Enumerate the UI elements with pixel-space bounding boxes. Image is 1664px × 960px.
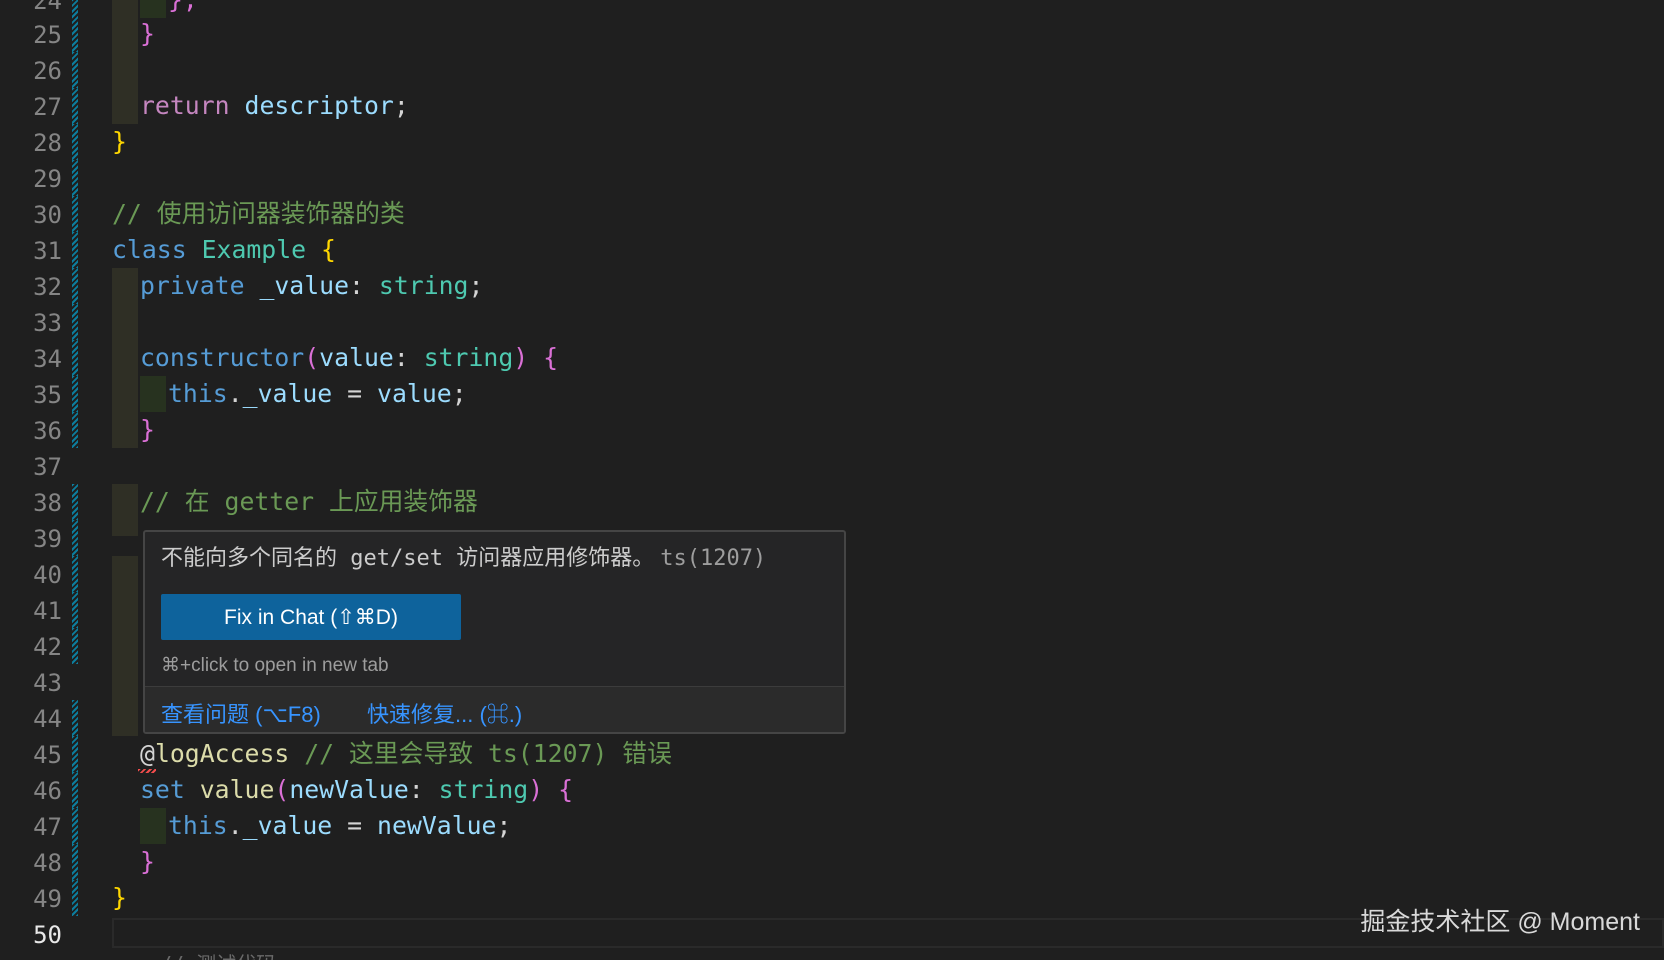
modified-gutter-marker <box>72 412 78 448</box>
modified-gutter-marker <box>72 160 78 196</box>
line-number: 24 <box>33 0 62 15</box>
modified-gutter-marker <box>72 232 78 268</box>
line-number: 26 <box>33 57 62 85</box>
code-line-29: 29 <box>0 160 1664 196</box>
line-number: 28 <box>33 129 62 157</box>
modified-gutter-marker <box>72 736 78 772</box>
line-number: 27 <box>33 93 62 121</box>
code-line-47: 47 this._value = newValue; <box>0 808 1664 844</box>
code-line-34: 34 constructor(value: string) { <box>0 340 1664 376</box>
modified-gutter-marker <box>72 808 78 844</box>
modified-gutter-marker <box>72 880 78 916</box>
view-problem-link[interactable]: 查看问题 (⌥F8) <box>161 697 321 729</box>
modified-gutter-marker <box>72 124 78 160</box>
code-line-35: 35 this._value = value; <box>0 376 1664 412</box>
code-editor[interactable]: 24 }; 25 } 26 27 return descriptor; 28 }… <box>0 0 1664 960</box>
line-number: 40 <box>33 561 62 589</box>
modified-gutter-marker <box>72 52 78 88</box>
line-number: 25 <box>33 21 62 49</box>
line-number: 46 <box>33 777 62 805</box>
modified-gutter-marker <box>72 304 78 340</box>
line-number: 48 <box>33 849 62 877</box>
code-line-25: 25 } <box>0 16 1664 52</box>
modified-gutter-marker <box>72 628 78 664</box>
quick-fix-link[interactable]: 快速修复... (⌘.) <box>367 697 522 729</box>
modified-gutter-marker <box>72 376 78 412</box>
line-number: 37 <box>33 453 62 481</box>
modified-gutter-marker <box>72 268 78 304</box>
code-line-30: 30 // 使用访问器装饰器的类 <box>0 196 1664 232</box>
error-text: 不能向多个同名的 get/set 访问器应用修饰器。 <box>161 546 655 571</box>
line-number: 32 <box>33 273 62 301</box>
line-number: 42 <box>33 633 62 661</box>
modified-gutter-marker <box>72 340 78 376</box>
modified-gutter-marker <box>72 16 78 52</box>
code-line-32: 32 private _value: string; <box>0 268 1664 304</box>
modified-gutter-marker <box>72 844 78 880</box>
line-number: 49 <box>33 885 62 913</box>
error-code[interactable]: ts(1207) <box>660 546 766 571</box>
code-line-37: 37 <box>0 448 1664 484</box>
line-number: 34 <box>33 345 62 373</box>
fix-in-chat-button[interactable]: Fix in Chat (⇧⌘D) <box>161 594 461 640</box>
line-number: 36 <box>33 417 62 445</box>
modified-gutter-marker <box>72 484 78 520</box>
modified-gutter-marker <box>72 520 78 556</box>
line-number: 45 <box>33 741 62 769</box>
code-line-33: 33 <box>0 304 1664 340</box>
line-number: 35 <box>33 381 62 409</box>
modified-gutter-marker <box>72 88 78 124</box>
line-number: 31 <box>33 237 62 265</box>
hover-actions-bar: 查看问题 (⌥F8) 快速修复... (⌘.) <box>145 686 844 732</box>
open-in-new-tab-hint: ⌘+click to open in new tab <box>161 655 389 676</box>
code-line-38: 38 // 在 getter 上应用装饰器 <box>0 484 1664 520</box>
modified-gutter-marker <box>72 772 78 808</box>
code-line-45: 45 @logAccess // 这里会导致 ts(1207) 错误 <box>0 736 1664 773</box>
modified-gutter-marker <box>72 196 78 232</box>
line-number: 30 <box>33 201 62 229</box>
line-number: 50 <box>33 921 62 949</box>
code-line-48: 48 } <box>0 844 1664 880</box>
line-number: 29 <box>33 165 62 193</box>
code-line-27: 27 return descriptor; <box>0 88 1664 124</box>
line-number: 39 <box>33 525 62 553</box>
line-number: 41 <box>33 597 62 625</box>
partial-code-line: // 测试代码 <box>160 948 276 960</box>
code-line-46: 46 set value(newValue: string) { <box>0 772 1664 808</box>
diagnostic-hover-popup: 不能向多个同名的 get/set 访问器应用修饰器。 ts(1207) Fix i… <box>143 530 846 734</box>
code-line-31: 31 class Example { <box>0 232 1664 268</box>
code-line-28: 28 } <box>0 124 1664 160</box>
line-number: 47 <box>33 813 62 841</box>
error-message: 不能向多个同名的 get/set 访问器应用修饰器。 ts(1207) <box>161 546 766 572</box>
modified-gutter-marker <box>72 592 78 628</box>
code-line-36: 36 } <box>0 412 1664 448</box>
modified-gutter-marker <box>72 700 78 736</box>
line-number: 44 <box>33 705 62 733</box>
line-number: 33 <box>33 309 62 337</box>
watermark: 掘金技术社区 @ Moment <box>1360 908 1640 936</box>
code-line-26: 26 <box>0 52 1664 88</box>
modified-gutter-marker <box>72 556 78 592</box>
line-number: 43 <box>33 669 62 697</box>
line-number: 38 <box>33 489 62 517</box>
